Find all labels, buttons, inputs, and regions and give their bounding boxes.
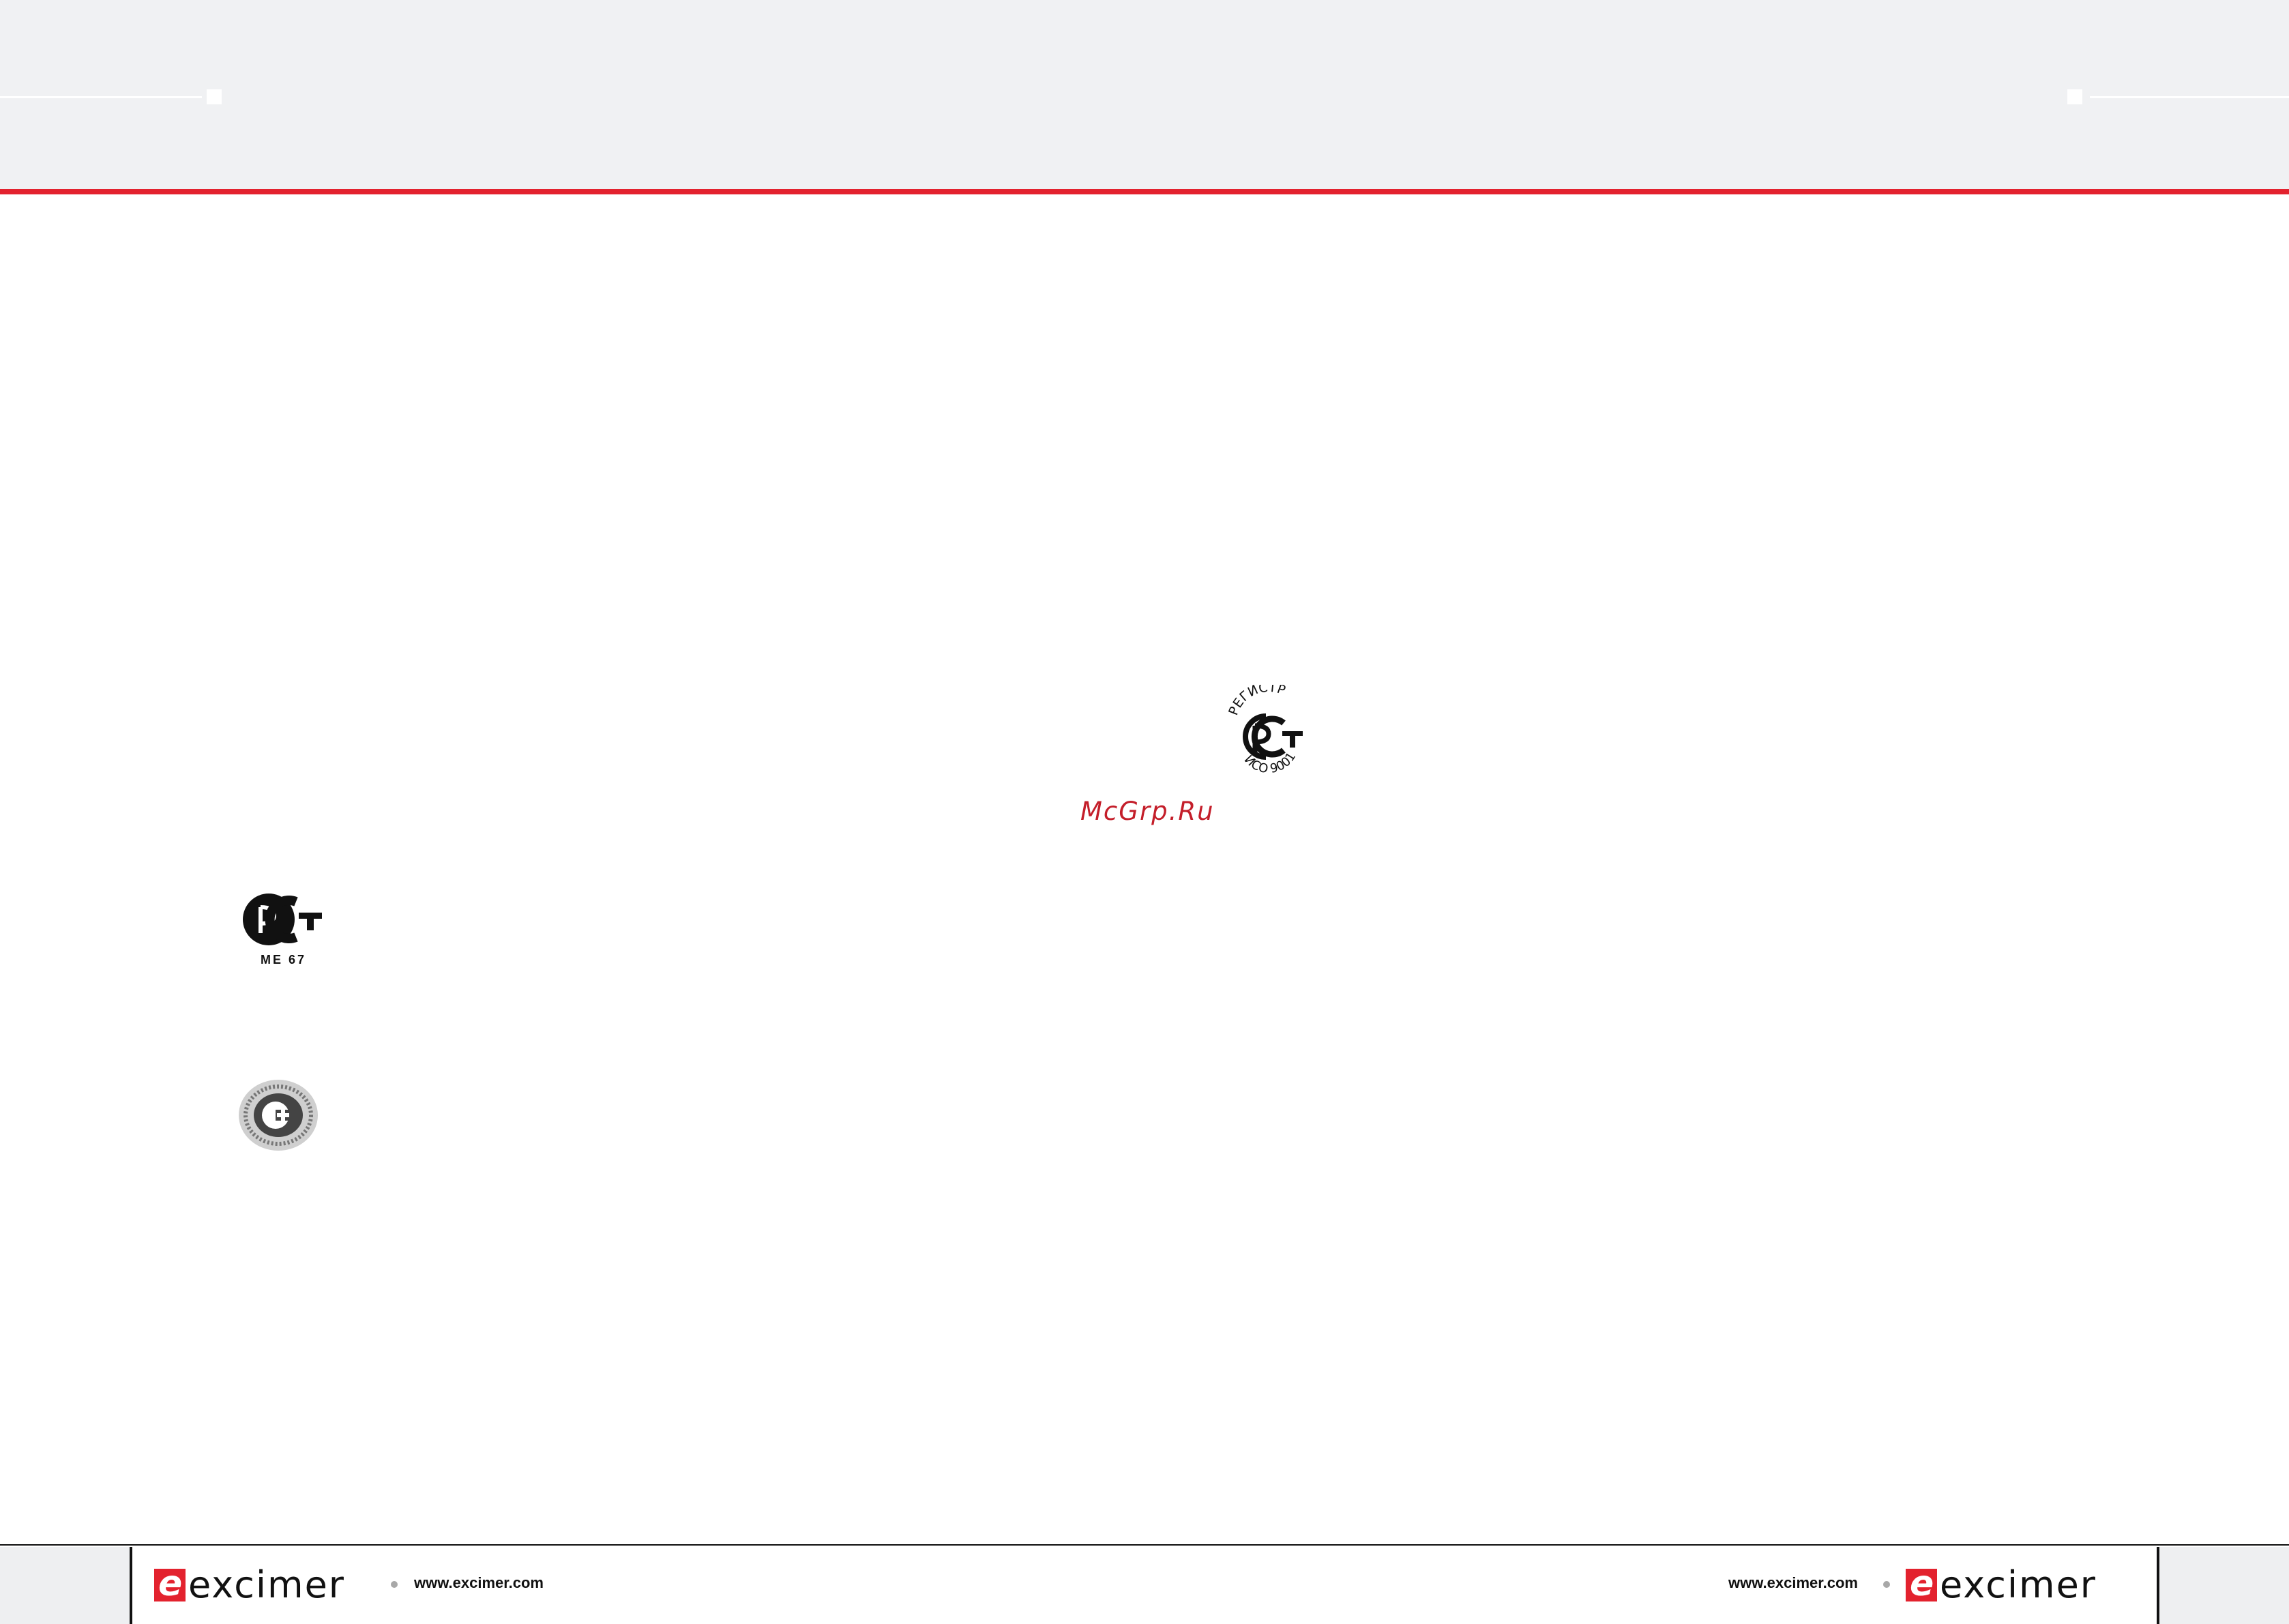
rst-code-text: МЕ 67 [261,953,307,966]
excimer-e-icon [1906,1563,1937,1604]
header-red-rule [0,189,2289,194]
excimer-wordmark: excimer [188,1563,345,1606]
header-guide-line-left [0,96,202,98]
footer-separator-dot-left [391,1581,398,1588]
footer-separator-dot-right [1883,1581,1890,1588]
footer-url-right[interactable]: www.excimer.com [1728,1574,1858,1592]
header-guide-line-right [2090,96,2289,98]
excimer-logo-right: excimer [1906,1563,2097,1606]
header-guide-marker-right [2067,89,2082,104]
circular-certification-seal [237,1079,319,1151]
rst-certification-mark: МЕ 67 [240,887,329,972]
footer-url-left[interactable]: www.excimer.com [414,1574,544,1592]
excimer-e-icon [154,1563,186,1604]
svg-text:РЕГИСТР: РЕГИСТР [1226,685,1287,718]
excimer-wordmark: excimer [1940,1563,2097,1606]
header-guide-marker-left [207,89,222,104]
header-band [0,0,2289,192]
footer-side-panel-left [0,1547,132,1624]
registry-top-text: РЕГИСТР [1226,685,1287,718]
footer-side-panel-right [2157,1547,2289,1624]
watermark-text: McGrp.Ru [1080,797,1215,826]
excimer-logo-left: excimer [154,1563,345,1606]
rst-registry-iso-9001-mark: РЕГИСТР ИСО 9001 [1221,685,1316,787]
